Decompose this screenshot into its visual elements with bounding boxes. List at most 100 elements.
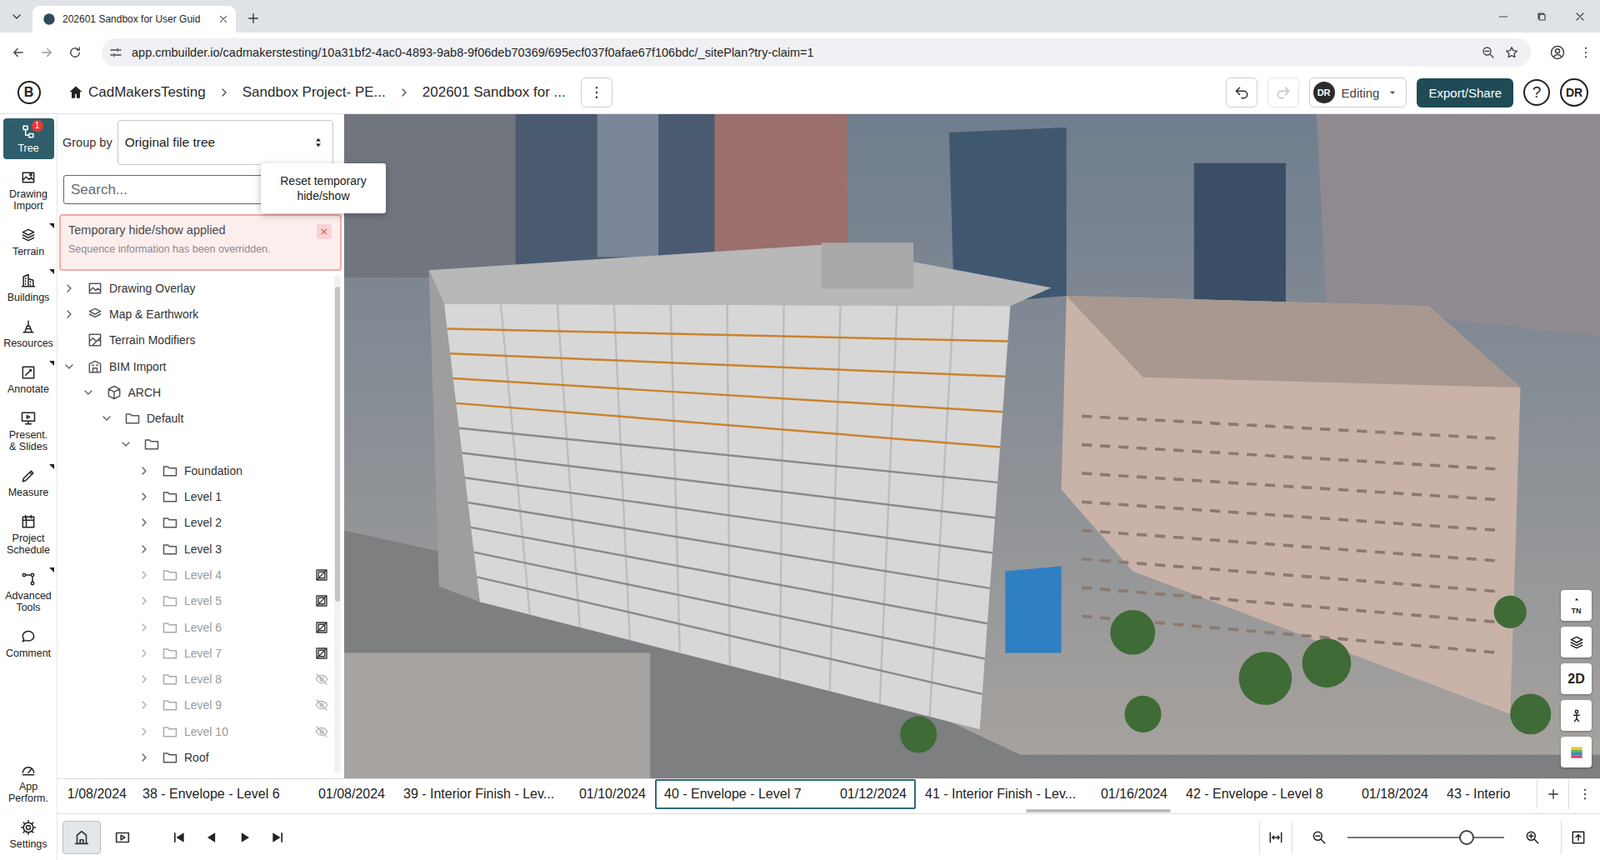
redo-button[interactable] <box>1267 77 1300 108</box>
rail-item[interactable]: Resources <box>3 313 55 355</box>
timeline-item[interactable]: 40 - Envelope - Level 701/12/2024 <box>655 779 916 810</box>
view-mode-button[interactable]: 2D <box>1560 663 1592 695</box>
forward-button[interactable] <box>32 38 61 67</box>
tree-row[interactable]: Foundation <box>57 457 335 484</box>
breadcrumb-item[interactable]: CadMakersTesting <box>88 84 206 101</box>
expand-chevron-icon[interactable] <box>137 620 151 635</box>
slider-thumb[interactable] <box>1459 830 1475 845</box>
expand-chevron-icon[interactable] <box>137 725 151 739</box>
reload-button[interactable] <box>60 38 90 67</box>
rail-item[interactable]: Annotate <box>3 359 55 400</box>
rail-item[interactable]: Project Schedule <box>3 508 55 561</box>
site-3d-scene[interactable] <box>344 114 1600 779</box>
star-icon[interactable] <box>1504 45 1520 60</box>
user-avatar[interactable]: DR <box>1560 78 1589 107</box>
rail-item[interactable]: Advanced Tools <box>3 565 55 619</box>
rail-item[interactable]: App Perform. <box>3 756 55 810</box>
tree-row[interactable]: BIM Import <box>57 353 335 380</box>
reset-hide-show-button[interactable] <box>316 224 332 240</box>
breadcrumb-item[interactable]: Sandbox Project- PE... <box>242 84 386 101</box>
expand-chevron-icon[interactable] <box>137 594 151 608</box>
tree-row[interactable]: Level 9 <box>57 692 335 719</box>
project-menu-button[interactable] <box>580 77 613 108</box>
zoom-out-button[interactable] <box>1302 820 1336 855</box>
rail-item[interactable]: Comment <box>3 623 55 665</box>
eye-off-icon[interactable] <box>314 724 330 740</box>
eye-off-icon[interactable] <box>314 671 330 687</box>
zoom-slider[interactable] <box>1347 829 1505 846</box>
tree-row[interactable]: Level 4 <box>57 561 335 588</box>
timeline-item[interactable]: 38 - Envelope - Level 601/08/2024 <box>133 779 395 810</box>
timeline-item[interactable]: 39 - Interior Finish - Lev...01/10/2024 <box>394 779 655 810</box>
compass-button[interactable]: TN <box>1560 590 1592 621</box>
browser-menu-button[interactable] <box>1571 38 1600 67</box>
timeline-scrollbar[interactable] <box>57 809 1600 813</box>
rail-item[interactable]: Measure <box>3 462 55 504</box>
tree-row[interactable]: Level 2 <box>57 510 335 536</box>
view-mode-toggle[interactable] <box>103 820 142 855</box>
play-button[interactable] <box>228 820 262 855</box>
app-logo[interactable]: B <box>17 80 41 105</box>
tree-row[interactable]: Roof <box>57 744 335 770</box>
timeline-item[interactable]: 41 - Interior Finish - Lev...01/16/2024 <box>915 779 1177 810</box>
tree-row[interactable]: Terrain Modifiers <box>57 327 335 354</box>
tree-row[interactable]: Level 8 <box>57 665 335 692</box>
browser-tab[interactable]: 202601 Sandbox for User Guid <box>32 5 236 33</box>
tab-list-button[interactable] <box>5 5 29 29</box>
sequence-override-icon[interactable] <box>314 645 330 661</box>
expand-chevron-icon[interactable] <box>119 437 133 451</box>
rail-item[interactable]: Drawing Import <box>3 164 55 217</box>
scroll-thumb[interactable] <box>1025 809 1171 813</box>
tree-row[interactable]: Level 5 <box>57 588 335 615</box>
tree-row[interactable]: Level 1 <box>57 483 335 510</box>
tree-row[interactable] <box>57 431 335 458</box>
tree-row[interactable]: ARCH <box>57 379 335 405</box>
timeline-menu-button[interactable] <box>1568 779 1600 810</box>
undo-button[interactable] <box>1225 77 1258 108</box>
site-settings-icon[interactable] <box>108 45 124 60</box>
expand-chevron-icon[interactable] <box>137 646 151 660</box>
color-legend-button[interactable] <box>1560 736 1592 768</box>
expand-chevron-icon[interactable] <box>137 698 151 712</box>
expand-chevron-icon[interactable] <box>137 464 151 478</box>
timeline-item[interactable]: 43 - Interio <box>1437 779 1537 810</box>
expand-chevron-icon[interactable] <box>62 281 76 295</box>
export-share-button[interactable]: Export/Share <box>1416 78 1514 108</box>
expand-chevron-icon[interactable] <box>100 411 114 425</box>
minimize-icon[interactable] <box>1496 10 1510 24</box>
3d-viewport[interactable]: TN 2D <box>344 114 1600 779</box>
breadcrumb-item[interactable]: 202601 Sandbox for ... <box>422 84 566 101</box>
expand-chevron-icon[interactable] <box>137 568 151 582</box>
tree-row[interactable]: Level 10 <box>57 718 335 745</box>
tree-row[interactable]: Drawing Overlay <box>57 275 335 301</box>
restore-icon[interactable] <box>1535 10 1549 24</box>
sequence-override-icon[interactable] <box>314 567 330 583</box>
tree-row[interactable]: Level 6 <box>57 614 335 640</box>
tree-row[interactable]: Level 7 <box>57 640 335 666</box>
help-button[interactable]: ? <box>1523 79 1550 106</box>
export-view-button[interactable] <box>1560 820 1595 855</box>
expand-chevron-icon[interactable] <box>62 307 76 321</box>
expand-chevron-icon[interactable] <box>62 360 76 374</box>
timeline-item[interactable]: 42 - Envelope - Level 801/18/2024 <box>1176 779 1438 810</box>
timeline-item[interactable]: 1/08/2024 <box>57 779 134 810</box>
sequence-override-icon[interactable] <box>314 593 330 609</box>
tree-row[interactable]: Map & Earthwork <box>57 300 335 327</box>
expand-chevron-icon[interactable] <box>137 672 151 686</box>
first-step-button[interactable] <box>161 820 195 855</box>
expand-chevron-icon[interactable] <box>137 490 151 504</box>
scroll-thumb[interactable] <box>335 286 340 602</box>
group-by-select[interactable]: Original file tree <box>117 120 334 165</box>
tree-row[interactable]: Level 3 <box>57 535 335 562</box>
view-mode-toggle[interactable] <box>62 820 101 855</box>
eye-off-icon[interactable] <box>314 697 330 713</box>
close-tab-icon[interactable] <box>217 13 230 25</box>
rail-item[interactable]: Tree1 <box>3 118 55 160</box>
close-window-icon[interactable] <box>1573 10 1587 24</box>
layers-button[interactable] <box>1560 626 1592 658</box>
rail-item[interactable]: Terrain <box>3 221 55 263</box>
expand-chevron-icon[interactable] <box>137 542 151 556</box>
back-button[interactable] <box>4 38 33 67</box>
expand-chevron-icon[interactable] <box>137 515 151 530</box>
previous-step-button[interactable] <box>195 820 229 855</box>
